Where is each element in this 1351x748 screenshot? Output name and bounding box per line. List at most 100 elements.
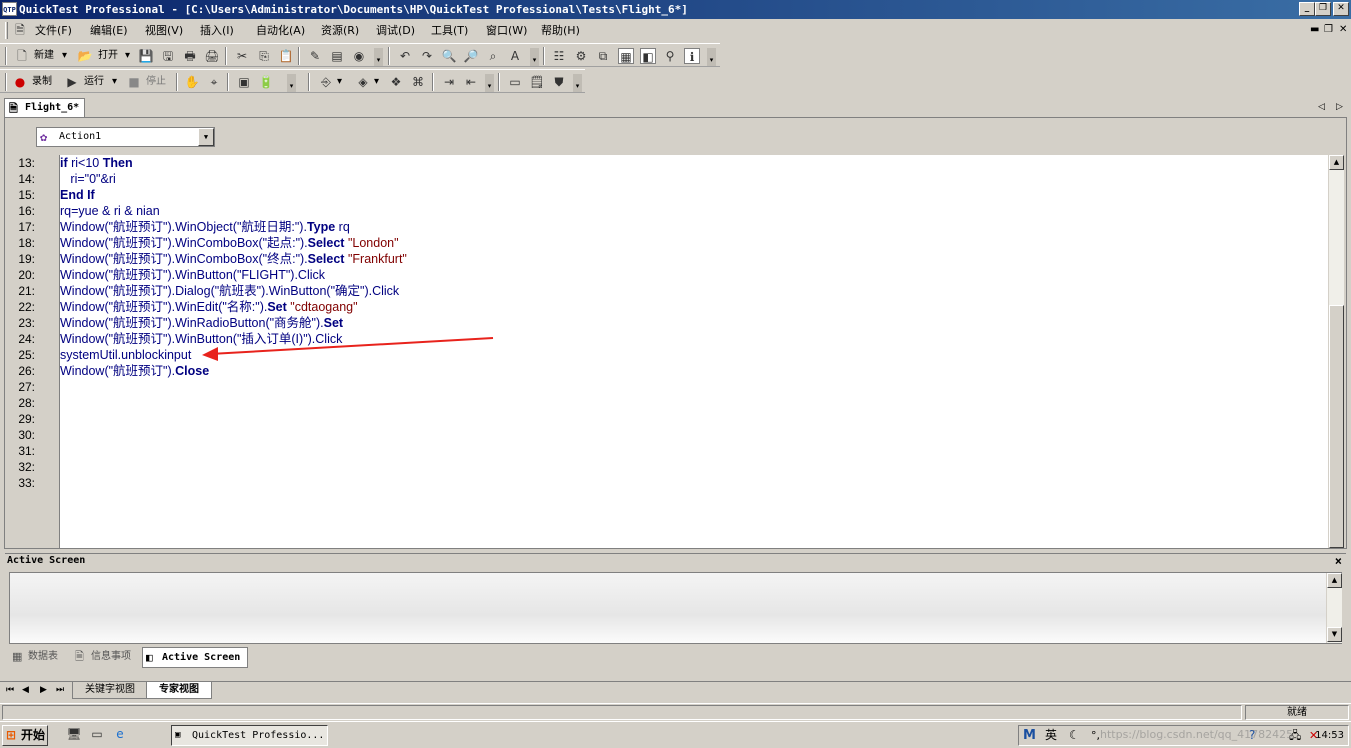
active-screen-view[interactable] [9,572,1342,644]
menu-file[interactable]: 文件(F) [35,23,72,38]
start-button[interactable]: ⊞ 开始 [2,725,48,746]
information-icon[interactable]: ℹ [684,48,700,64]
prev-tab-icon[interactable]: ◀ [22,684,29,696]
mdi-restore-icon[interactable]: ❐ [1324,24,1333,36]
toolbar-grip[interactable] [5,73,7,91]
moon-icon[interactable]: ☾ [1069,726,1080,745]
active-screen-icon[interactable]: ◧ [640,48,656,64]
minimize-button[interactable]: _ [1299,2,1315,16]
toolbar-overflow-icon[interactable]: ▾ [374,48,383,66]
quick-launch-ie-icon[interactable]: e [112,726,128,742]
mdi-minimize-icon[interactable]: ▬ [1310,24,1319,36]
menu-automation[interactable]: 自动化(A) [256,23,305,38]
find-icon[interactable]: 🔍 [441,48,457,64]
chevron-down-icon[interactable]: ▼ [198,128,214,146]
paste-icon[interactable]: 📋 [278,48,294,64]
data-table-icon[interactable]: ▦ [618,48,634,64]
toolbar-overflow-icon[interactable]: ▾ [707,48,716,66]
toolbar-overflow-icon[interactable]: ▾ [573,74,582,92]
undo-icon[interactable]: ↶ [397,48,413,64]
edit-icon[interactable]: ✎ [307,48,323,64]
checkpoint-icon[interactable]: ◈ [355,74,371,90]
run-dropdown-icon[interactable]: ▾ [112,73,117,91]
open-dropdown-icon[interactable]: ▾ [125,47,130,65]
note-icon[interactable]: 🗒 [529,74,545,90]
tab-keyword-view[interactable]: 关键字视图 [72,682,148,699]
output-value-icon[interactable]: ❖ [388,74,404,90]
expert-view-editor[interactable]: if ri<10 Then ri="0"&ri End If rq=yue & … [60,155,1328,548]
menu-insert[interactable]: 插入(I) [200,23,234,38]
binoculars-icon[interactable]: ⌕ [485,48,501,64]
object-repository-icon[interactable]: ▤ [329,48,345,64]
menu-tools[interactable]: 工具(T) [431,23,468,38]
copy-icon[interactable]: ⎘ [256,48,272,64]
menu-edit[interactable]: 编辑(E) [90,23,128,38]
open-button[interactable]: 打开 [98,47,118,65]
stop-icon[interactable]: ■ [126,74,142,90]
object-spy-icon[interactable]: ⚲ [662,48,678,64]
open-icon[interactable]: 📂 [77,48,93,64]
function-icon[interactable]: ⌘ [410,74,426,90]
menu-debug[interactable]: 调试(D) [376,23,415,38]
stop-button[interactable]: 停止 [146,73,166,91]
mdi-close-icon[interactable]: ✕ [1339,24,1347,36]
last-tab-icon[interactable]: ⏭ [56,684,64,696]
toolbar-grip[interactable] [5,47,7,65]
taskbar-qtp-button[interactable]: ▣ QuickTest Professio... [171,725,328,746]
first-tab-icon[interactable]: ⏮ [6,684,14,696]
print-icon[interactable]: 🖶 [182,48,198,64]
save-all-icon[interactable]: 🖫 [160,48,176,64]
menu-resources[interactable]: 资源(R) [321,23,359,38]
print-preview-icon[interactable]: 🖨 [204,48,220,64]
tab-active-screen[interactable]: ◧ Active Screen [142,647,248,668]
menu-grip[interactable] [5,22,8,39]
input-mode-icon[interactable]: 英 [1045,726,1057,745]
punctuation-icon[interactable]: °, [1091,726,1100,745]
resources-icon[interactable]: ⚙ [573,48,589,64]
close-button[interactable]: ✕ [1333,2,1349,16]
menu-window[interactable]: 窗口(W) [486,23,527,38]
toolbar-overflow-icon[interactable]: ▾ [485,74,494,92]
menu-help[interactable]: 帮助(H) [541,23,580,38]
new-icon[interactable]: 🗋 [14,48,30,64]
tab-flight-6[interactable]: 🗎 Flight_6* [4,98,86,117]
scroll-up-icon[interactable]: ▲ [1329,155,1344,170]
new-button[interactable]: 新建 [34,47,54,65]
insert-step-dropdown-icon[interactable]: ▾ [337,73,342,91]
restore-button[interactable]: ❐ [1315,2,1331,16]
toolbar-overflow-icon[interactable]: ▾ [530,48,539,66]
doc-icon[interactable]: 🗎 [12,22,28,38]
menu-view[interactable]: 视图(V) [145,23,183,38]
editor-scrollbar[interactable]: ▲ [1328,155,1344,548]
toolbar-overflow-icon[interactable]: ▾ [287,74,296,92]
run-button[interactable]: 运行 [84,73,104,91]
quick-launch-desktop-icon[interactable]: ▭ [89,726,105,742]
quick-launch-server-icon[interactable]: 🖥 [66,726,82,742]
ime-icon[interactable]: M [1023,726,1036,745]
test-flow-icon[interactable]: ☷ [551,48,567,64]
save-icon[interactable]: 💾 [138,48,154,64]
step-out-icon[interactable]: ⇤ [463,74,479,90]
active-screen-scrollbar[interactable]: ▲ ▼ [1326,573,1342,643]
comment-icon[interactable]: ▭ [507,74,523,90]
available-keywords-icon[interactable]: ⧉ [595,48,611,64]
step-into-icon[interactable]: ⇥ [441,74,457,90]
spell-check-icon[interactable]: A [507,48,523,64]
find-next-icon[interactable]: 🔎 [463,48,479,64]
check-icon[interactable]: ◉ [351,48,367,64]
scroll-thumb[interactable] [1329,305,1344,548]
tab-information[interactable]: 🗎 信息事项 [72,647,131,668]
qtp-app-icon[interactable]: QTP [2,2,17,16]
scroll-down-icon[interactable]: ▼ [1327,627,1342,642]
scroll-up-icon[interactable]: ▲ [1327,573,1342,588]
results-icon[interactable]: ▣ [236,74,252,90]
close-icon[interactable]: × [1335,554,1342,568]
tab-scroll-right-icon[interactable]: ▷ [1336,101,1343,113]
tab-expert-view[interactable]: 专家视图 [146,682,212,699]
breakpoint-icon[interactable]: ⛊ [551,74,567,90]
tab-data-table[interactable]: ▦ 数据表 [9,647,58,668]
low-level-recording-icon[interactable]: ⌖ [206,74,222,90]
record-icon[interactable]: ● [12,74,28,90]
action-select[interactable]: ✿ Action1 ▼ [36,127,215,147]
analog-recording-icon[interactable]: ✋ [184,74,200,90]
